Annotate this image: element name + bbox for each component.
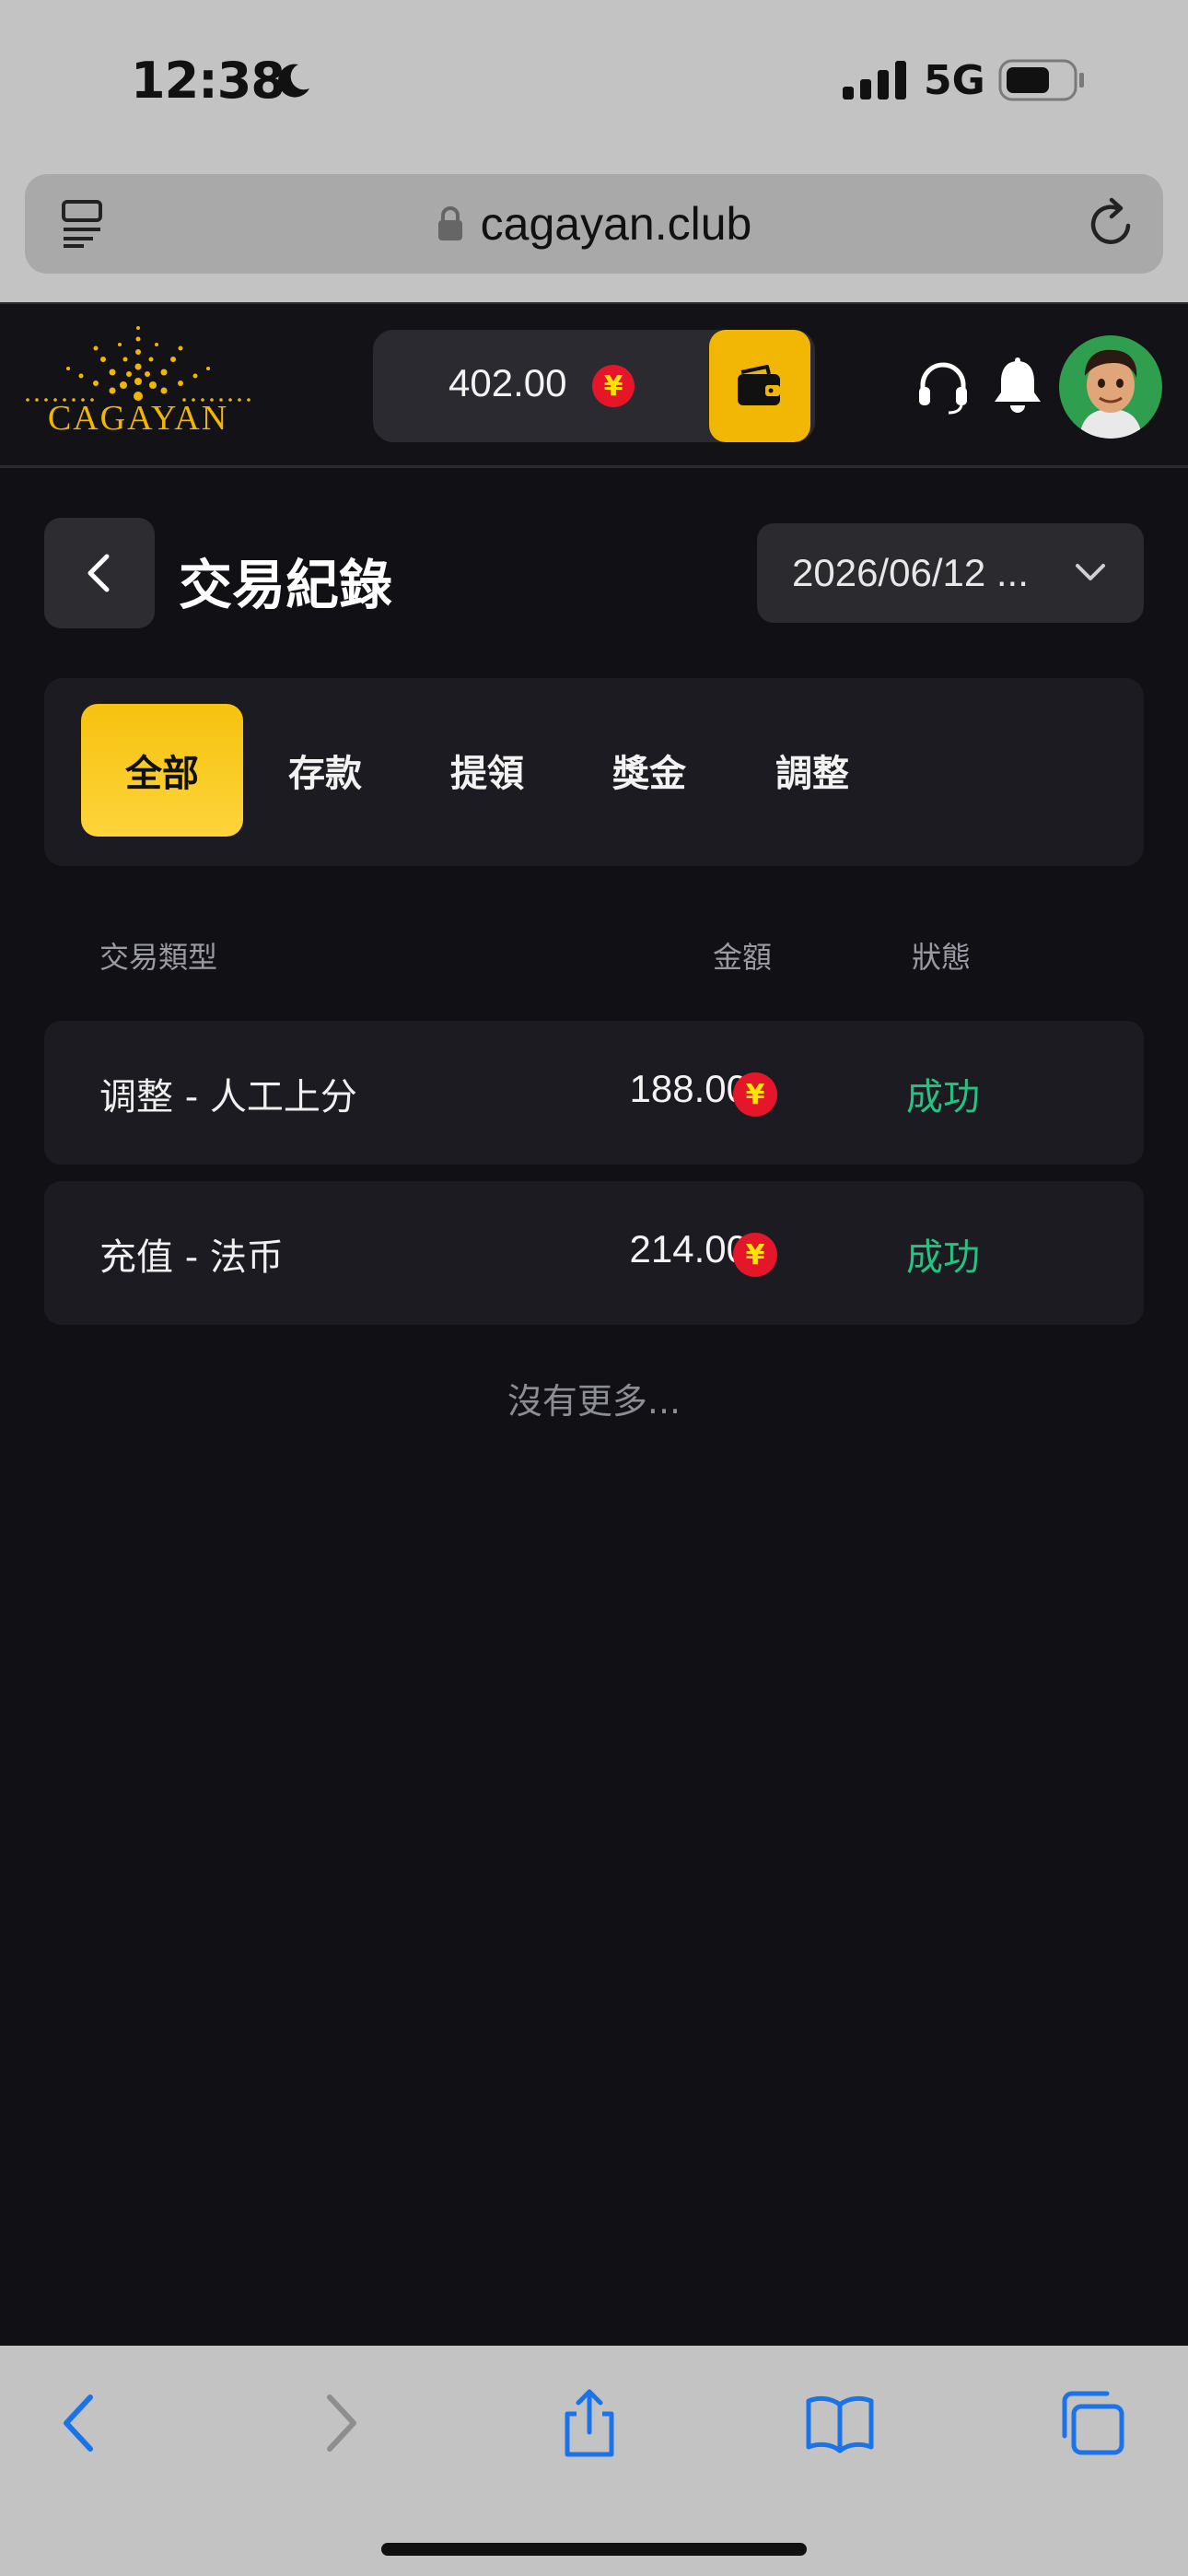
transaction-type: 充值 - 法币 <box>99 1236 284 1279</box>
yen-currency-icon: ¥ <box>733 1072 777 1117</box>
column-header-status: 狀態 <box>912 940 972 975</box>
bell-icon[interactable] <box>991 357 1044 415</box>
browser-back-icon[interactable] <box>46 2388 116 2458</box>
signal-icon <box>843 61 906 100</box>
chevron-left-icon <box>87 554 110 592</box>
avatar[interactable] <box>1059 335 1162 439</box>
transaction-amount: 214.00 <box>629 1227 748 1270</box>
reload-icon[interactable] <box>1084 196 1139 252</box>
site-header: CAGAYAN 402.00 ¥ <box>0 302 1188 468</box>
logo-text: CAGAYAN <box>47 399 229 438</box>
date-range-value: 2026/06/12 ... <box>792 551 1029 594</box>
wallet-button[interactable] <box>709 330 810 442</box>
column-header-amount: 金額 <box>713 940 773 975</box>
network-label: 5G <box>924 57 985 104</box>
transaction-status: 成功 <box>906 1236 980 1279</box>
back-button[interactable] <box>44 518 155 628</box>
status-time: 12:38 <box>131 52 285 110</box>
column-header-type: 交易類型 <box>99 940 218 975</box>
tab-all[interactable]: 全部 <box>81 704 243 837</box>
chevron-down-icon <box>1076 564 1105 580</box>
yen-currency-icon: ¥ <box>592 365 635 407</box>
tab-deposit[interactable]: 存款 <box>244 704 406 837</box>
url-text: cagayan.club <box>480 198 752 250</box>
site-logo[interactable]: CAGAYAN <box>24 321 252 455</box>
balance-display: 402.00 ¥ <box>373 330 815 442</box>
share-icon[interactable] <box>554 2388 624 2458</box>
browser-forward-icon[interactable] <box>304 2388 374 2458</box>
tabs-icon[interactable] <box>1057 2388 1127 2458</box>
browser-bottom-toolbar <box>0 2346 1188 2576</box>
end-of-list-note: 沒有更多... <box>507 1381 681 1422</box>
lock-icon <box>437 206 462 240</box>
bookmarks-icon[interactable] <box>805 2388 875 2458</box>
balance-amount: 402.00 <box>448 361 567 404</box>
moon-icon <box>278 64 309 98</box>
yen-currency-icon: ¥ <box>733 1233 777 1277</box>
home-indicator <box>381 2543 807 2556</box>
transaction-amount: 188.00 <box>629 1067 748 1110</box>
browser-top-chrome: 12:38 5G cagayan.club <box>0 0 1188 302</box>
battery-icon <box>998 59 1084 101</box>
wallet-icon <box>738 365 780 405</box>
transaction-status: 成功 <box>906 1076 980 1118</box>
page-title: 交易紀錄 <box>179 554 393 616</box>
address-bar[interactable]: cagayan.club <box>25 174 1163 274</box>
user-avatar-icon <box>1059 335 1162 439</box>
date-range-select[interactable]: 2026/06/12 ... <box>757 523 1144 623</box>
tab-adjustment[interactable]: 調整 <box>731 704 893 837</box>
tab-withdraw[interactable]: 提領 <box>406 704 568 837</box>
transaction-type: 调整 - 人工上分 <box>99 1076 357 1118</box>
tab-bonus[interactable]: 獎金 <box>568 704 730 837</box>
transaction-filter-tabs: 全部 存款 提領 獎金 調整 <box>44 678 1144 866</box>
table-row[interactable]: 调整 - 人工上分 188.00 ¥ 成功 <box>44 1021 1144 1165</box>
headset-icon[interactable] <box>915 359 971 415</box>
table-row[interactable]: 充值 - 法币 214.00 ¥ 成功 <box>44 1181 1144 1325</box>
